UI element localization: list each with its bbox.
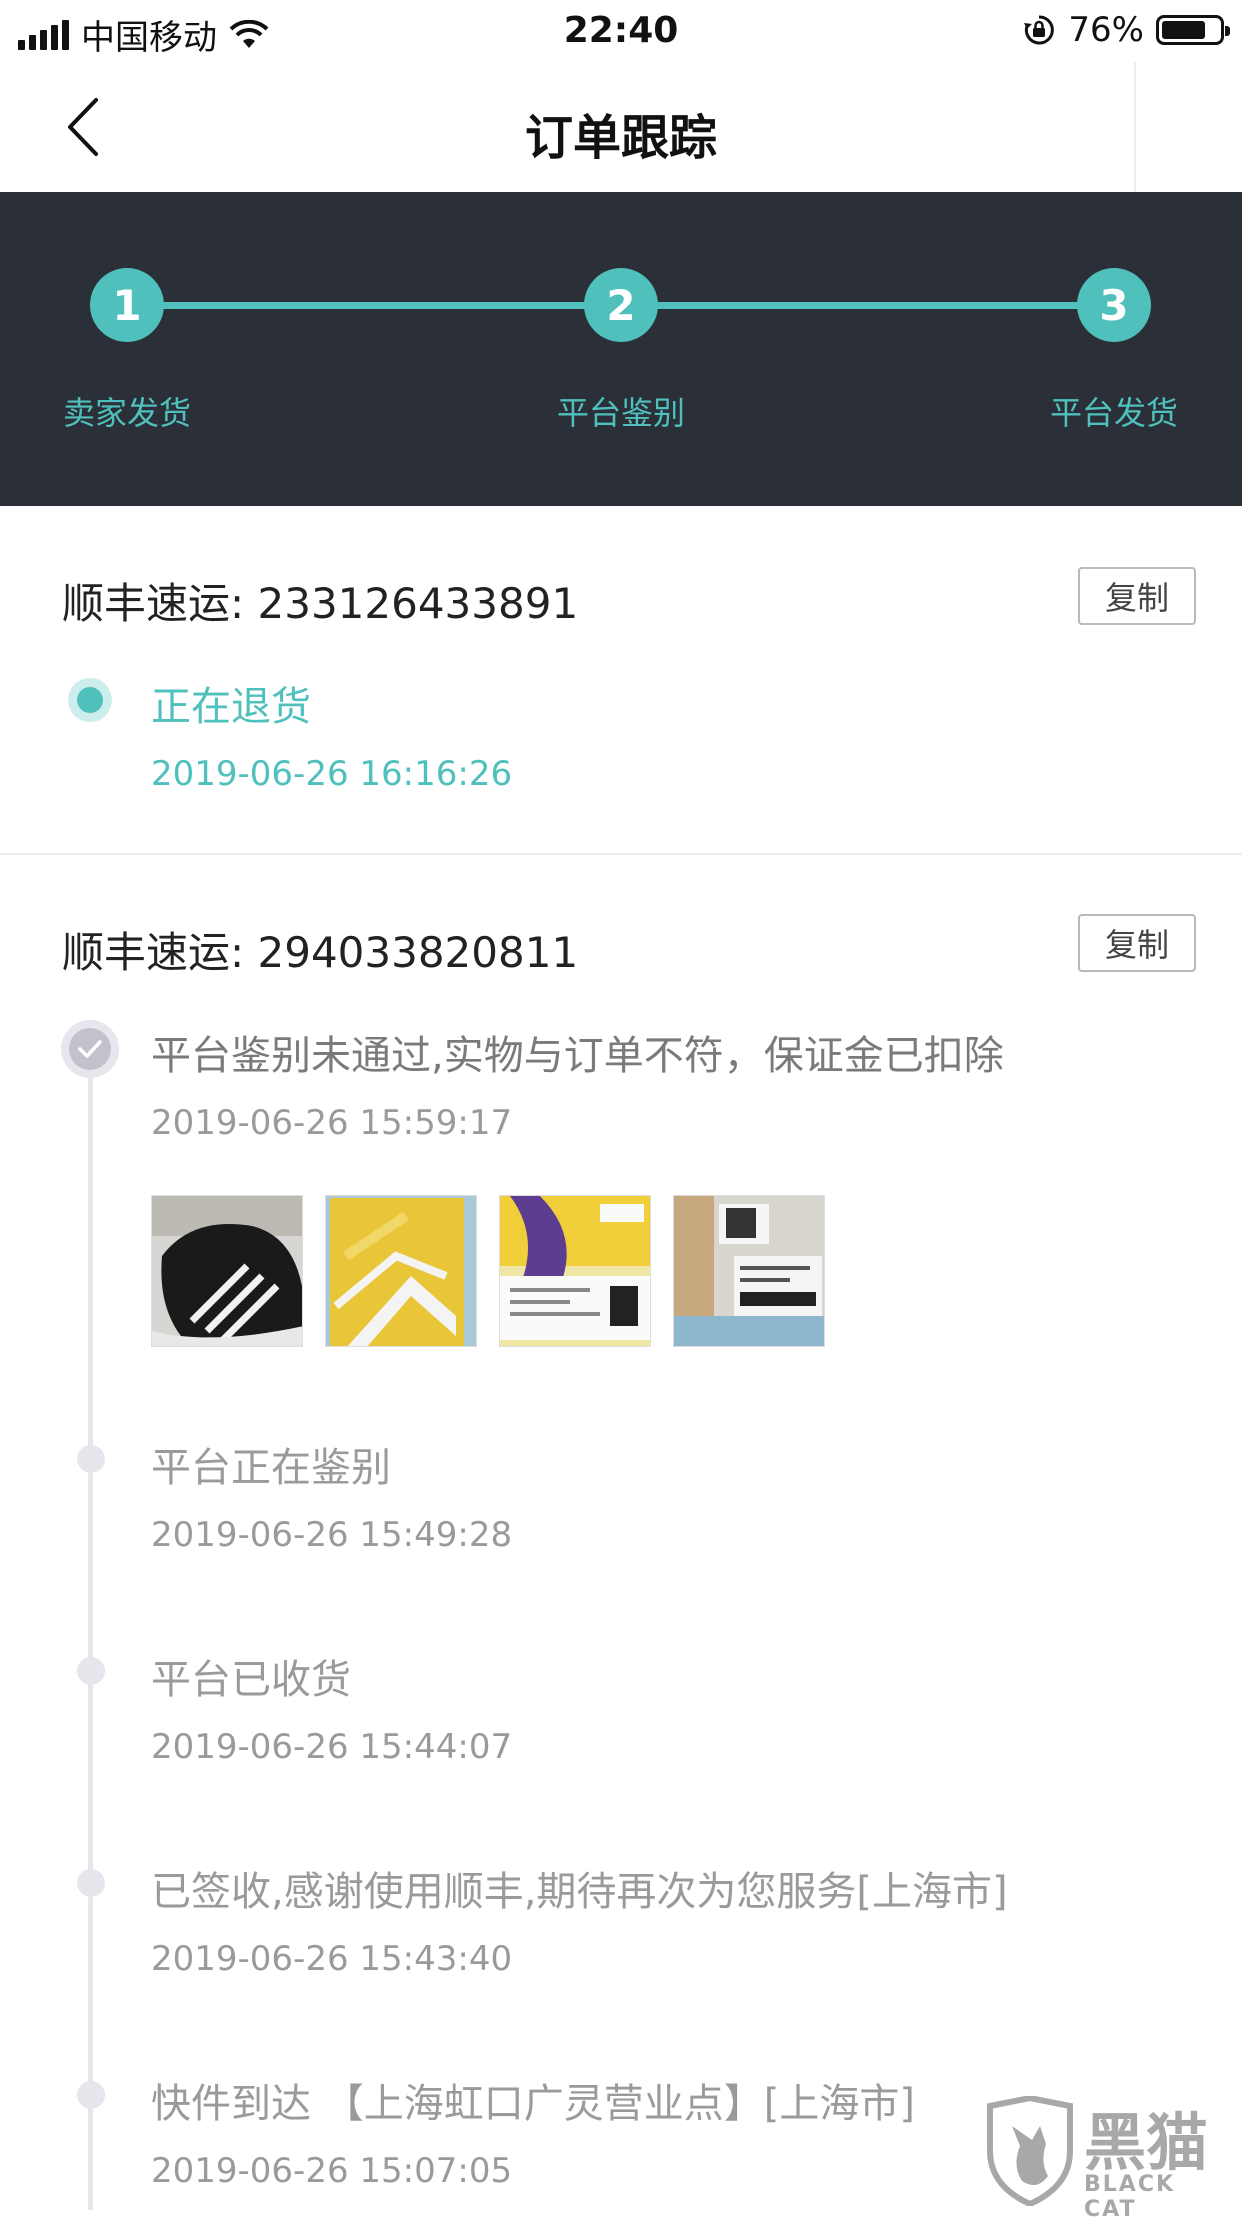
check-icon (61, 1020, 119, 1078)
event-time: 2019-06-26 15:07:05 (151, 2151, 513, 2191)
step-2-circle: 2 (584, 268, 658, 342)
watermark-logo: 黑猫 BLACK CAT (974, 2092, 1234, 2222)
copy-button[interactable]: 复制 (1078, 914, 1196, 972)
event-time: 2019-06-26 15:44:07 (151, 1727, 513, 1767)
photo-thumbnail[interactable] (673, 1195, 825, 1347)
watermark-subtitle: BLACK CAT (1084, 2172, 1176, 2222)
event-title: 快件到达 【上海虹口广灵营业点】[上海市] (151, 2081, 915, 2127)
box-photo (326, 1196, 476, 1346)
shoe-photo (152, 1196, 302, 1346)
event-title: 已签收,感谢使用顺丰,期待再次为您服务[上海市] (151, 1869, 1008, 1915)
battery-icon (1156, 15, 1230, 45)
step-3-label: 平台发货 (1049, 394, 1178, 432)
progress-stepper: 1 2 3 卖家发货 平台鉴别 平台发货 (0, 192, 1242, 506)
step-1-label: 卖家发货 (62, 394, 191, 432)
timeline-dot-icon (77, 1869, 105, 1897)
battery-percent: 76% (1068, 10, 1144, 50)
event-time: 2019-06-26 15:43:40 (151, 1939, 513, 1979)
progress-line (126, 302, 586, 309)
evidence-photos (151, 1195, 831, 1347)
event-time: 2019-06-26 15:49:28 (151, 1515, 513, 1555)
status-bar-right: 76% (1022, 10, 1230, 50)
event-time: 2019-06-26 16:16:26 (151, 754, 513, 794)
rotation-lock-icon (1024, 15, 1055, 45)
carrier-tracking-number: 顺丰速运: 294033820811 (62, 928, 579, 977)
status-bar: 中国移动 22:40 76% (0, 0, 1242, 62)
shipment-section-2: 顺丰速运: 294033820811 复制 平台鉴别未通过,实物与订单不符，保证… (0, 855, 1242, 2210)
copy-button[interactable]: 复制 (1078, 567, 1196, 625)
carrier-tracking-number: 顺丰速运: 233126433891 (62, 579, 579, 628)
active-status-dot-icon (68, 678, 112, 722)
photo-thumbnail[interactable] (499, 1195, 651, 1347)
event-time: 2019-06-26 15:59:17 (151, 1103, 513, 1143)
watermark-title: 黑猫 (1084, 2106, 1209, 2179)
photo-thumbnail[interactable] (325, 1195, 477, 1347)
step-3-circle: 3 (1077, 268, 1151, 342)
event-title: 平台鉴别未通过,实物与订单不符，保证金已扣除 (151, 1033, 1004, 1079)
step-2-label: 平台鉴别 (556, 394, 685, 432)
timeline-dot-icon (77, 1445, 105, 1473)
timeline-dot-icon (77, 1657, 105, 1685)
nav-divider (1134, 62, 1136, 192)
event-title: 正在退货 (151, 684, 311, 730)
shipment-section-1: 顺丰速运: 233126433891 复制 正在退货 2019-06-26 16… (0, 506, 1242, 854)
step-1-circle: 1 (90, 268, 164, 342)
timeline-dot-icon (77, 2081, 105, 2109)
label-photo (500, 1196, 650, 1346)
shipping-label-photo (674, 1196, 824, 1346)
progress-line (656, 302, 1116, 309)
nav-bar: 订单跟踪 (0, 62, 1242, 192)
event-title: 平台已收货 (151, 1657, 351, 1703)
page-title: 订单跟踪 (524, 110, 717, 166)
timeline-line (88, 1050, 93, 2210)
event-title: 平台正在鉴别 (151, 1445, 391, 1491)
cat-shield-icon (987, 2096, 1073, 2206)
photo-thumbnail[interactable] (151, 1195, 303, 1347)
